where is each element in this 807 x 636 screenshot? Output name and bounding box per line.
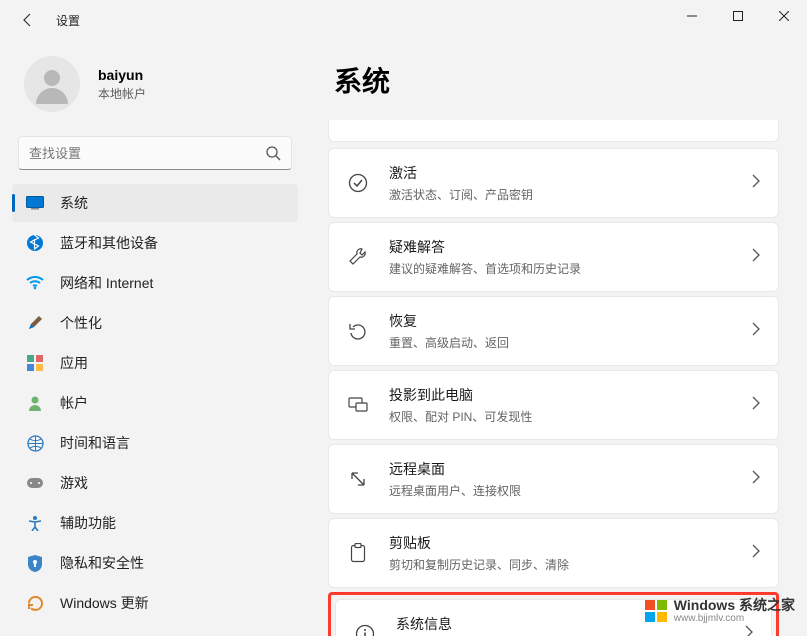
update-icon (26, 594, 44, 612)
card-recovery[interactable]: 恢复 重置、高级启动、返回 (328, 296, 779, 366)
window-controls (669, 0, 807, 32)
check-circle-icon (347, 173, 369, 193)
watermark: Windows 系统之家 www.bjjmlv.com (644, 598, 795, 624)
sidebar-item-label: 辅助功能 (60, 513, 116, 533)
card-subtitle: 建议的疑难解答、首选项和历史记录 (389, 260, 752, 277)
card-activation[interactable]: 激活 激活状态、订阅、产品密钥 (328, 148, 779, 218)
chevron-right-icon (745, 625, 753, 636)
card-troubleshoot[interactable]: 疑难解答 建议的疑难解答、首选项和历史记录 (328, 222, 779, 292)
card-subtitle: 剪切和复制历史记录、同步、清除 (389, 556, 752, 573)
titlebar: 设置 (0, 0, 807, 40)
sidebar-item-label: 系统 (60, 193, 88, 213)
sidebar-item-time-language[interactable]: 时间和语言 (12, 424, 298, 462)
maximize-button[interactable] (715, 0, 761, 32)
sidebar-item-personalization[interactable]: 个性化 (12, 304, 298, 342)
chevron-right-icon (752, 322, 760, 341)
card-subtitle: 权限、配对 PIN、可发现性 (389, 408, 752, 425)
main-content: 系统 激活 激活状态、订阅、产品密钥 疑难解答 建议的疑难解答、首选项和历史记录… (310, 40, 807, 636)
card-title: 激活 (389, 163, 752, 183)
wrench-icon (347, 247, 369, 267)
sidebar-item-label: 游戏 (60, 473, 88, 493)
sidebar-item-accessibility[interactable]: 辅助功能 (12, 504, 298, 542)
avatar (24, 56, 80, 112)
sidebar-item-label: 网络和 Internet (60, 273, 153, 293)
chevron-right-icon (752, 396, 760, 415)
card-title: 恢复 (389, 311, 752, 331)
sidebar-item-label: 时间和语言 (60, 433, 130, 453)
bluetooth-icon (26, 234, 44, 252)
watermark-title: Windows 系统之家 (674, 598, 795, 613)
user-profile[interactable]: baiyun 本地帐户 (12, 48, 298, 130)
sidebar-item-label: 蓝牙和其他设备 (60, 233, 158, 253)
card-partial-top (328, 120, 779, 142)
back-button[interactable] (12, 4, 44, 36)
close-icon (779, 11, 789, 21)
minimize-button[interactable] (669, 0, 715, 32)
sidebar-item-accounts[interactable]: 帐户 (12, 384, 298, 422)
sidebar-item-label: 应用 (60, 353, 88, 373)
wifi-icon (26, 274, 44, 292)
close-button[interactable] (761, 0, 807, 32)
back-arrow-icon (20, 12, 36, 28)
search-icon (265, 145, 281, 161)
sidebar-item-label: 个性化 (60, 313, 102, 333)
page-title: 系统 (334, 60, 779, 100)
account-icon (26, 394, 44, 412)
nav-list: 系统 蓝牙和其他设备 网络和 Internet 个性化 应用 帐户 (12, 184, 298, 622)
windows-logo-icon (644, 599, 668, 623)
card-subtitle: 远程桌面用户、连接权限 (389, 482, 752, 499)
sidebar-item-label: Windows 更新 (60, 593, 149, 613)
user-name: baiyun (98, 67, 146, 83)
clipboard-icon (347, 543, 369, 563)
globe-clock-icon (26, 434, 44, 452)
sidebar-item-apps[interactable]: 应用 (12, 344, 298, 382)
sidebar-item-bluetooth[interactable]: 蓝牙和其他设备 (12, 224, 298, 262)
user-info: baiyun 本地帐户 (98, 67, 146, 102)
user-icon (32, 64, 72, 104)
brush-icon (26, 314, 44, 332)
card-title: 投影到此电脑 (389, 385, 752, 405)
card-projecting[interactable]: 投影到此电脑 权限、配对 PIN、可发现性 (328, 370, 779, 440)
chevron-right-icon (752, 248, 760, 267)
system-icon (26, 194, 44, 212)
shield-icon (26, 554, 44, 572)
sidebar-item-system[interactable]: 系统 (12, 184, 298, 222)
remote-icon (347, 469, 369, 489)
card-clipboard[interactable]: 剪贴板 剪切和复制历史记录、同步、清除 (328, 518, 779, 588)
card-title: 疑难解答 (389, 237, 752, 257)
sidebar: baiyun 本地帐户 系统 蓝牙和其他设备 网络和 Internet (0, 40, 310, 636)
chevron-right-icon (752, 544, 760, 563)
sidebar-item-network[interactable]: 网络和 Internet (12, 264, 298, 302)
info-icon (354, 624, 376, 636)
app-title: 设置 (56, 12, 80, 29)
sidebar-item-label: 隐私和安全性 (60, 553, 144, 573)
chevron-right-icon (752, 174, 760, 193)
sidebar-item-gaming[interactable]: 游戏 (12, 464, 298, 502)
gamepad-icon (26, 474, 44, 492)
card-subtitle: 重置、高级启动、返回 (389, 334, 752, 351)
card-subtitle: 激活状态、订阅、产品密钥 (389, 186, 752, 203)
maximize-icon (733, 11, 743, 21)
search-input[interactable] (29, 146, 265, 161)
sidebar-item-label: 帐户 (60, 393, 88, 413)
minimize-icon (687, 11, 697, 21)
card-title: 剪贴板 (389, 533, 752, 553)
sidebar-item-privacy[interactable]: 隐私和安全性 (12, 544, 298, 582)
project-icon (347, 397, 369, 413)
user-type: 本地帐户 (98, 85, 146, 102)
chevron-right-icon (752, 470, 760, 489)
card-title: 远程桌面 (389, 459, 752, 479)
recovery-icon (347, 321, 369, 341)
search-box[interactable] (18, 136, 292, 170)
card-remote-desktop[interactable]: 远程桌面 远程桌面用户、连接权限 (328, 444, 779, 514)
watermark-url: www.bjjmlv.com (674, 613, 795, 624)
sidebar-item-update[interactable]: Windows 更新 (12, 584, 298, 622)
apps-icon (26, 354, 44, 372)
accessibility-icon (26, 514, 44, 532)
